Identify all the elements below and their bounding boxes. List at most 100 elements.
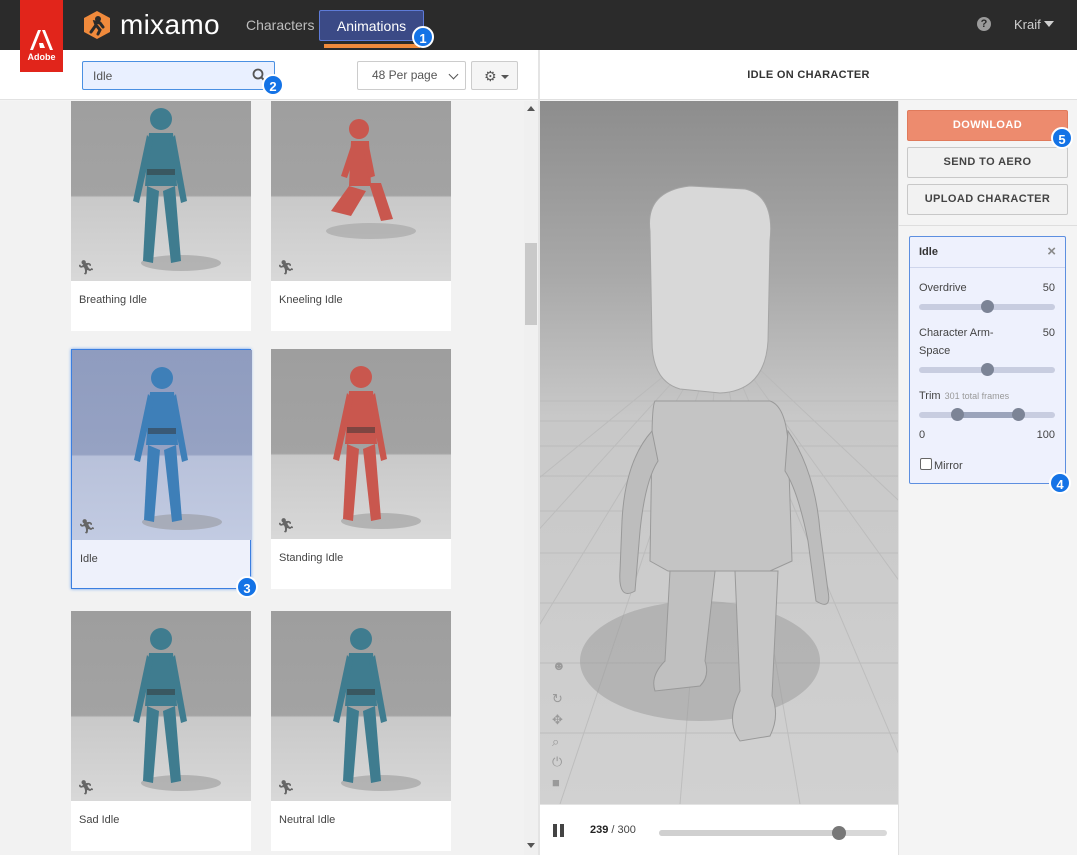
animation-thumbnail-figure [333, 366, 421, 529]
search-field[interactable] [82, 61, 275, 90]
trim-total-frames: 301 total frames [944, 391, 1010, 401]
animation-thumbnail[interactable]: 🏃︎ [271, 349, 451, 539]
animation-card[interactable]: 🏃︎ Kneeling Idle [271, 101, 451, 331]
animation-thumbnail[interactable]: 🏃︎ [71, 611, 251, 801]
running-figure-icon: 🏃︎ [78, 518, 96, 534]
step-badge-1: 1 [412, 26, 434, 48]
pan-icon[interactable]: ✥ [552, 712, 563, 728]
search-input[interactable] [83, 62, 243, 89]
trim-start-handle[interactable] [951, 408, 965, 421]
animation-thumbnail[interactable]: 🏃︎ [271, 611, 451, 801]
animation-thumbnail-figure [134, 367, 222, 530]
upload-character-button[interactable]: UPLOAD CHARACTER [907, 184, 1068, 215]
animation-name: Sad Idle [79, 814, 120, 826]
mirror-checkbox[interactable] [920, 458, 932, 470]
overdrive-slider-handle[interactable] [981, 300, 994, 313]
close-icon[interactable]: × [1047, 243, 1056, 260]
animation-thumbnail[interactable]: 🏃︎ [71, 101, 251, 281]
user-menu[interactable]: Kraif [1014, 17, 1054, 32]
viewport-title: IDLE ON CHARACTER [747, 69, 870, 81]
timeline-progress [659, 830, 840, 836]
trim-end-value: 100 [1036, 429, 1055, 441]
download-button[interactable]: DOWNLOAD [907, 110, 1068, 141]
running-figure-icon: 🏃︎ [277, 259, 295, 275]
tab-animations[interactable]: Animations [319, 10, 424, 41]
tab-characters[interactable]: Characters [246, 10, 314, 41]
chevron-down-icon [448, 69, 459, 80]
running-figure-icon: 🏃︎ [77, 259, 95, 275]
animation-card[interactable]: 🏃︎ Idle [71, 349, 252, 589]
adobe-a-icon [30, 30, 53, 50]
overdrive-slider[interactable] [919, 300, 1055, 313]
selected-name-band [72, 540, 250, 588]
animation-name: Kneeling Idle [279, 294, 343, 306]
animation-card[interactable]: 🏃︎ Breathing Idle [71, 101, 251, 331]
step-badge-5: 5 [1051, 127, 1073, 149]
reset-view-icon[interactable]: ⏻ [552, 754, 562, 770]
trim-range-slider[interactable] [919, 408, 1055, 421]
chevron-down-icon [1043, 21, 1054, 27]
animation-thumbnail-figure [133, 628, 221, 791]
arm-space-slider[interactable] [919, 363, 1055, 376]
settings-header: Idle × [910, 237, 1065, 268]
animation-grid: 🏃︎ Breathing Idle 🏃︎ Kneeling Idle 🏃︎ Id… [0, 101, 524, 855]
gear-icon: ⚙ [484, 68, 497, 84]
running-figure-icon: 🏃︎ [277, 517, 295, 533]
camera-icon[interactable]: ■ [552, 775, 560, 790]
per-page-value: 48 Per page [372, 68, 438, 82]
trim-selected-range [957, 412, 1019, 418]
animation-card[interactable]: 🏃︎ Standing Idle [271, 349, 451, 589]
user-name: Kraif [1014, 17, 1041, 32]
mixamo-logo-icon [84, 11, 110, 39]
arm-space-value: 50 [1042, 327, 1055, 339]
mirror-label[interactable]: Mirror [934, 460, 963, 472]
animation-card[interactable]: 🏃︎ Neutral Idle [271, 611, 451, 851]
rotate-icon[interactable]: ↻ [552, 691, 563, 707]
timeline-handle[interactable] [832, 826, 847, 840]
adobe-logo[interactable]: Adobe [20, 0, 63, 72]
send-to-aero-button[interactable]: SEND TO AERO [907, 147, 1068, 178]
playback-bar: 239 / 300 [540, 804, 898, 855]
animation-thumbnail[interactable]: 🏃︎ [271, 101, 451, 281]
scrollbar-thumb[interactable] [525, 243, 537, 325]
running-figure-icon: 🏃︎ [77, 779, 95, 795]
arm-space-slider-handle[interactable] [981, 363, 994, 376]
overdrive-value: 50 [1042, 282, 1055, 294]
step-badge-2: 2 [262, 74, 284, 96]
animation-card[interactable]: 🏃︎ Sad Idle [71, 611, 251, 851]
animation-thumbnail-figure [326, 119, 416, 239]
animation-name: Breathing Idle [79, 294, 147, 306]
overdrive-label: Overdrive [919, 282, 967, 294]
step-badge-4: 4 [1049, 472, 1071, 494]
settings-dropdown-button[interactable]: ⚙ [471, 61, 518, 90]
pause-icon-bar [560, 824, 564, 837]
per-page-select[interactable]: 48 Per page [357, 61, 466, 90]
3d-viewport[interactable]: ☻ ↻ ✥ ⌕ ⏻ ■ [540, 101, 898, 804]
help-icon[interactable]: ? [977, 17, 991, 31]
mixamo-brand[interactable]: mixamo [82, 9, 220, 41]
trim-start-value: 0 [919, 429, 926, 441]
scrollbar[interactable] [524, 101, 539, 855]
brand-name: mixamo [120, 9, 220, 40]
skeleton-view-icon[interactable]: ☻ [552, 658, 566, 673]
scroll-down-arrow-icon[interactable] [527, 843, 535, 848]
timeline-slider[interactable] [659, 826, 887, 840]
trim-end-handle[interactable] [1012, 408, 1026, 421]
animation-thumbnail-figure [333, 628, 421, 791]
trim-label-text: Trim [919, 390, 941, 402]
caret-down-icon [501, 75, 509, 79]
active-tab-indicator [324, 44, 420, 48]
scroll-up-arrow-icon[interactable] [527, 106, 535, 111]
frame-counter: 239 / 300 [590, 824, 636, 836]
arm-space-label-line2: Space [919, 345, 951, 357]
animation-thumbnail[interactable]: 🏃︎ [72, 350, 252, 540]
viewport-scene [540, 185, 898, 804]
animation-name: Standing Idle [279, 552, 344, 564]
zoom-icon[interactable]: ⌕ [552, 734, 559, 750]
animation-name: Idle [80, 553, 98, 565]
animation-thumbnail-figure [133, 108, 221, 271]
pause-button[interactable] [553, 824, 565, 837]
divider [898, 225, 1077, 226]
animation-name: Neutral Idle [279, 814, 336, 826]
total-frames: / 300 [611, 824, 636, 836]
